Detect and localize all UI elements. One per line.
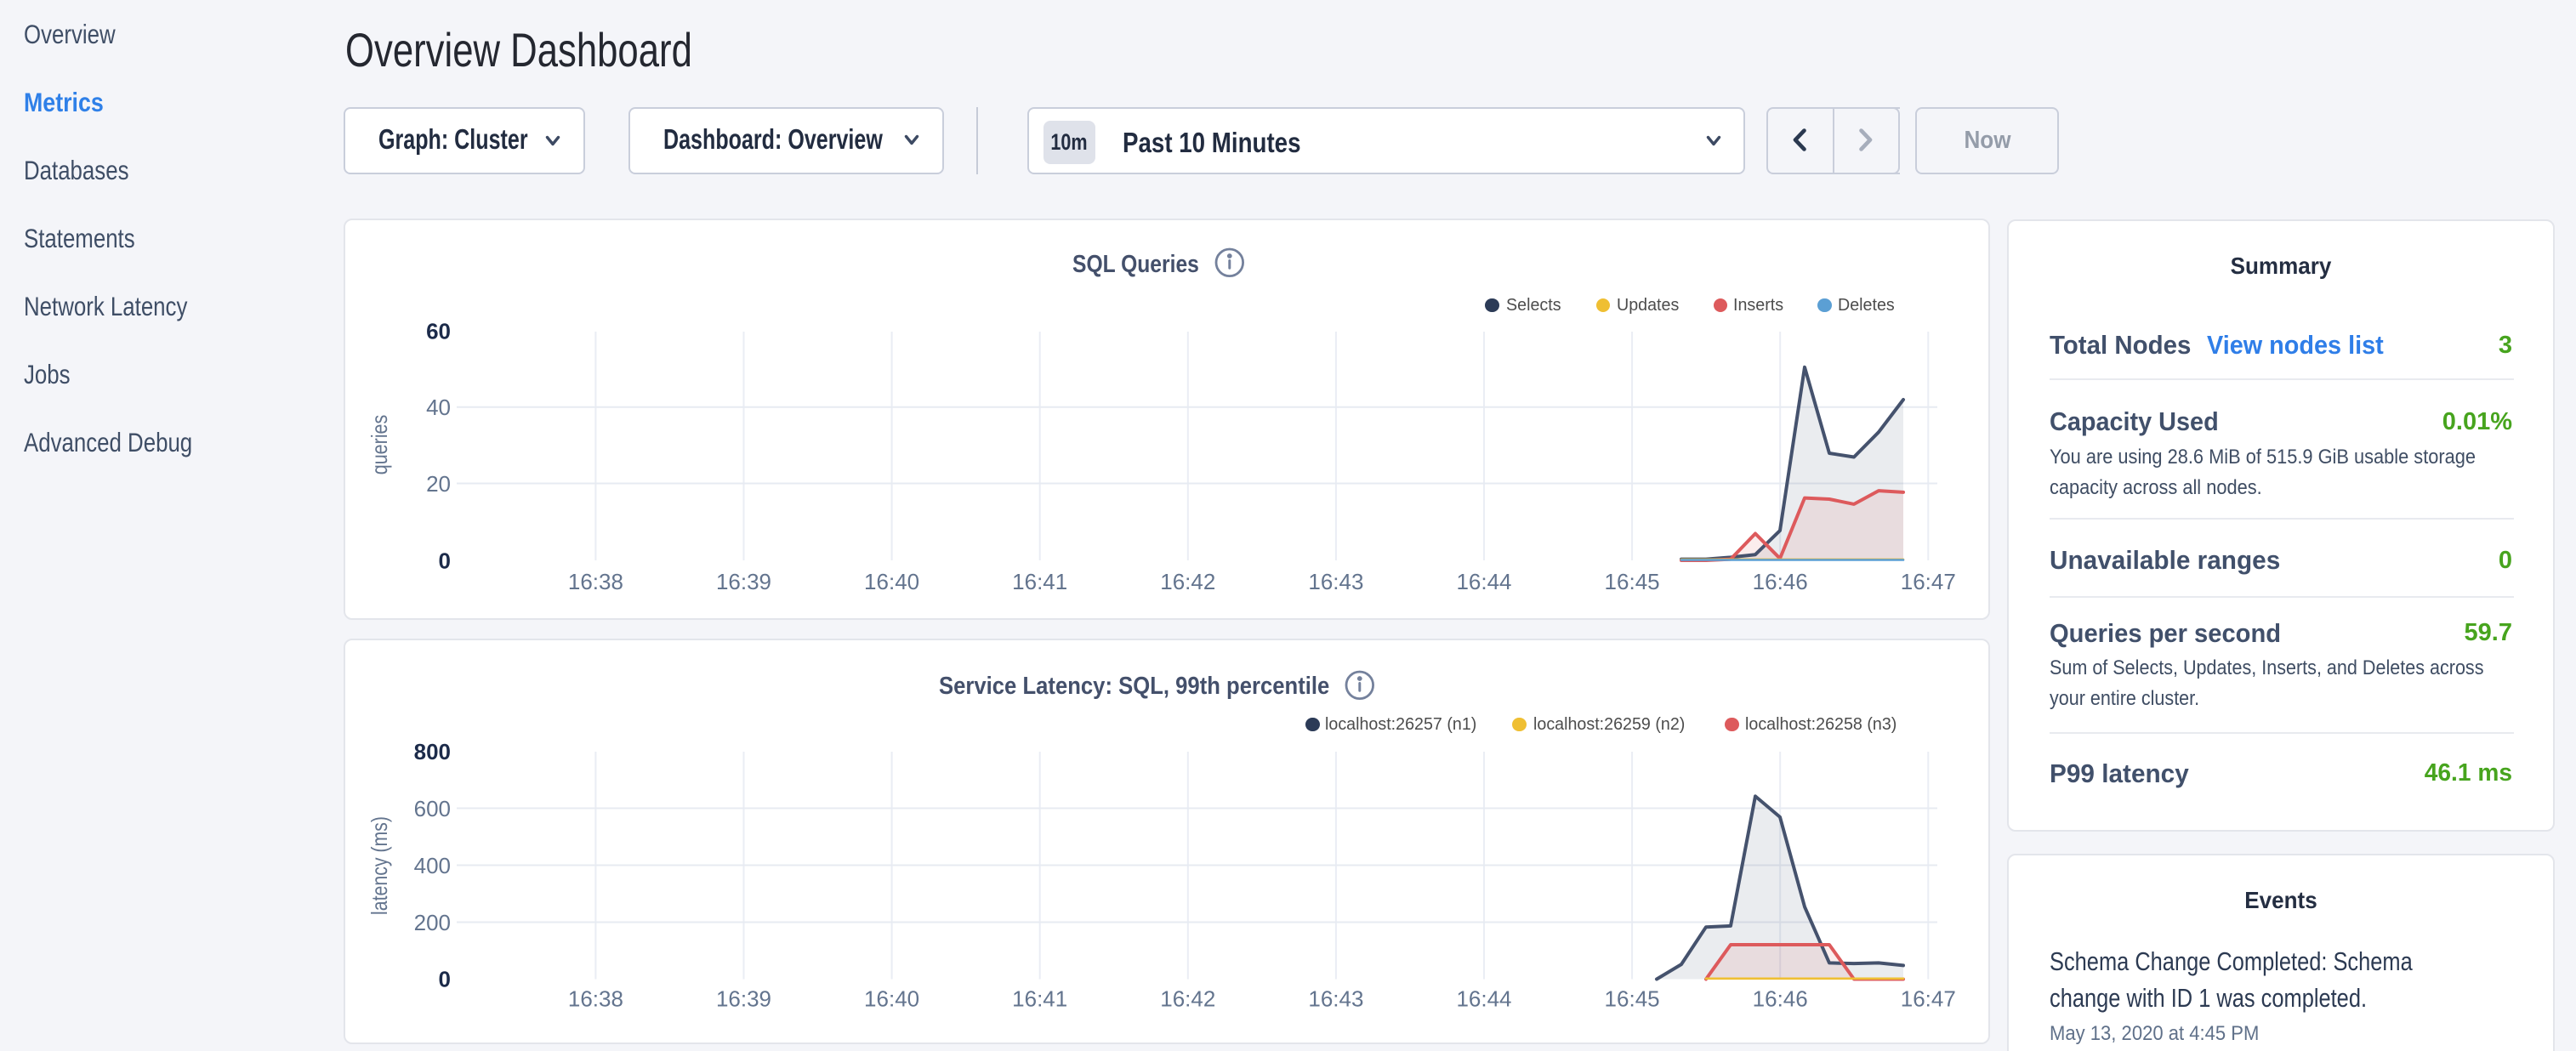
svg-text:400: 400 xyxy=(414,853,451,878)
svg-text:16:47: 16:47 xyxy=(1901,986,1956,1012)
svg-text:16:43: 16:43 xyxy=(1308,986,1363,1012)
svg-text:20: 20 xyxy=(426,471,451,497)
svg-text:16:46: 16:46 xyxy=(1753,986,1808,1012)
svg-text:0: 0 xyxy=(439,967,451,992)
svg-text:16:45: 16:45 xyxy=(1605,986,1660,1012)
svg-text:16:44: 16:44 xyxy=(1456,986,1511,1012)
svg-text:16:39: 16:39 xyxy=(716,986,771,1012)
svg-text:16:40: 16:40 xyxy=(864,986,919,1012)
svg-text:latency (ms): latency (ms) xyxy=(367,816,392,915)
svg-text:200: 200 xyxy=(414,910,451,935)
svg-text:16:41: 16:41 xyxy=(1012,986,1067,1012)
svg-text:16:42: 16:42 xyxy=(1160,986,1215,1012)
svg-text:16:38: 16:38 xyxy=(568,986,623,1012)
svg-text:600: 600 xyxy=(414,796,451,821)
